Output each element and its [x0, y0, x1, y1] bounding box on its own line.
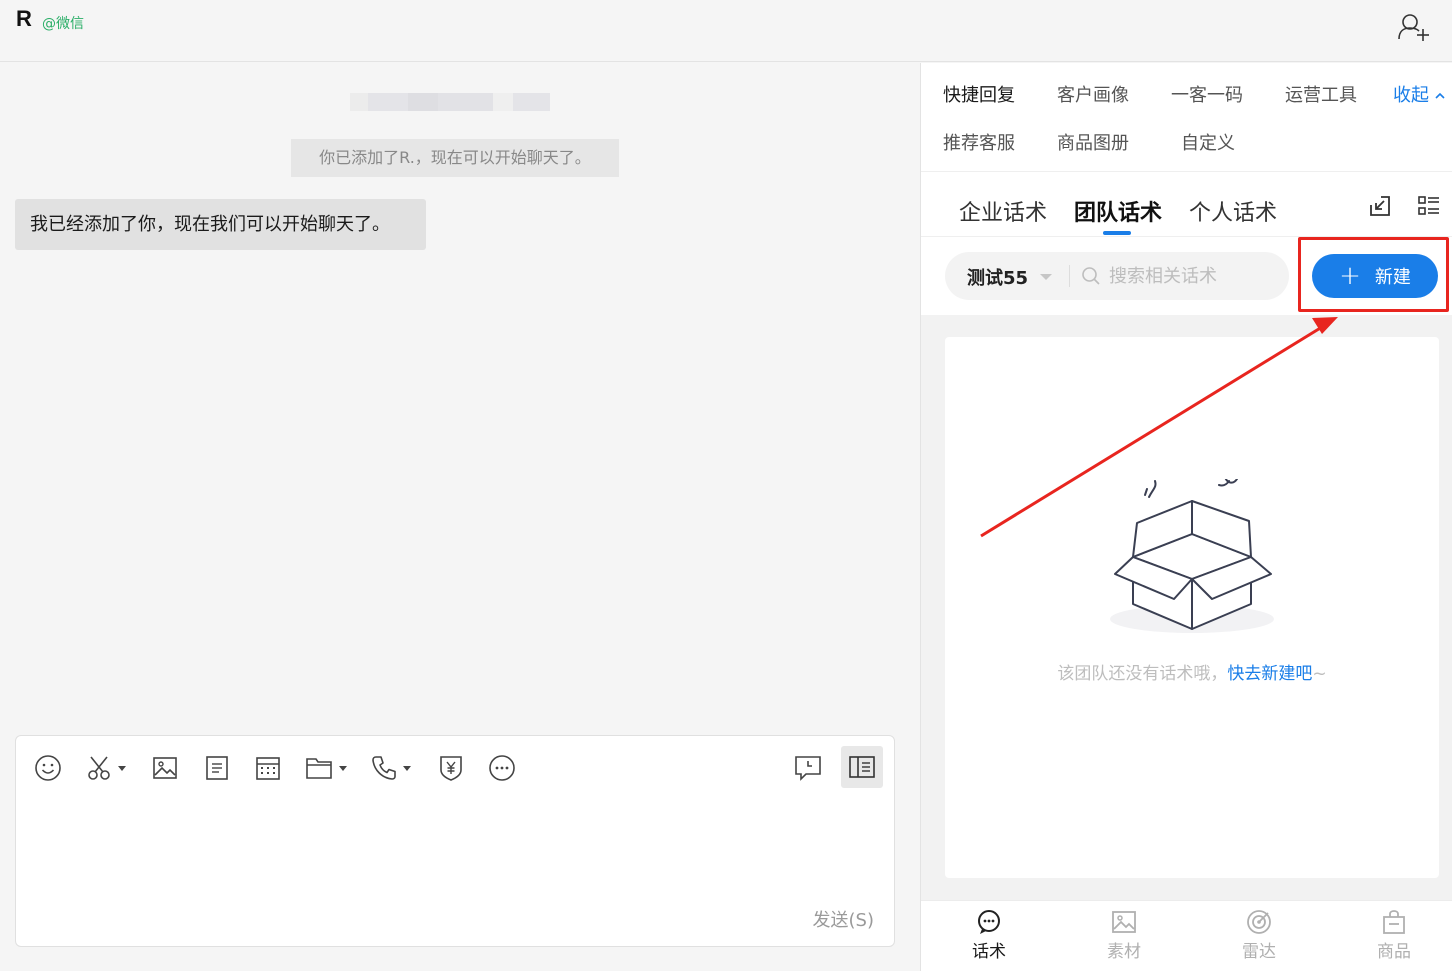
- bottom-nav-label: 雷达: [1242, 942, 1276, 962]
- annotation-highlight-box: [1298, 237, 1449, 312]
- system-message: 你已添加了R.，现在可以开始聊天了。: [291, 139, 619, 177]
- empty-state-suffix: ~: [1312, 664, 1327, 684]
- scissors-dropdown-icon[interactable]: [118, 765, 126, 771]
- blurred-timestamp: [350, 93, 550, 111]
- add-user-icon[interactable]: [1396, 12, 1430, 42]
- calendar-icon[interactable]: [255, 752, 281, 784]
- bottom-nav-radar[interactable]: 雷达: [1219, 909, 1299, 962]
- tab-enterprise-scripts[interactable]: 企业话术: [959, 195, 1047, 227]
- nav-custom[interactable]: 自定义: [1181, 129, 1235, 155]
- bottom-nav: 话术 素材 雷达 商品: [921, 900, 1452, 971]
- payment-shield-icon[interactable]: [438, 752, 464, 784]
- empty-box-illustration: [1107, 476, 1277, 643]
- chevron-up-icon: [1435, 92, 1445, 99]
- nav-product-album[interactable]: 商品图册: [1057, 129, 1129, 155]
- import-icon[interactable]: [1369, 195, 1391, 221]
- phone-dropdown-icon[interactable]: [403, 765, 411, 771]
- message-bubble: 我已经添加了你，现在我们可以开始聊天了。: [15, 199, 426, 250]
- nav-recommend-service[interactable]: 推荐客服: [943, 129, 1015, 155]
- image-icon[interactable]: [152, 752, 178, 784]
- empty-state-card: 该团队还没有话术哦，快去新建吧~: [945, 337, 1439, 878]
- radar-icon: [1247, 910, 1271, 934]
- list-view-icon[interactable]: [1418, 195, 1440, 221]
- more-icon[interactable]: [488, 752, 516, 784]
- emoji-icon[interactable]: [34, 752, 62, 784]
- active-tab-indicator: [1103, 231, 1131, 235]
- tab-personal-scripts[interactable]: 个人话术: [1189, 195, 1277, 227]
- nav-operation-tools[interactable]: 运营工具: [1285, 81, 1357, 107]
- schedule-message-icon[interactable]: [794, 752, 822, 784]
- dropdown-arrow-icon: [1040, 274, 1053, 280]
- nav-one-code[interactable]: 一客一码: [1171, 81, 1243, 107]
- bottom-nav-label: 商品: [1377, 942, 1411, 962]
- side-panel-icon[interactable]: [841, 746, 883, 788]
- phone-icon[interactable]: [371, 752, 411, 784]
- empty-state-message: 该团队还没有话术哦，快去新建吧~: [945, 659, 1439, 684]
- search-input[interactable]: [1109, 265, 1269, 287]
- nav-quick-reply[interactable]: 快捷回复: [943, 81, 1015, 107]
- team-select[interactable]: 测试55: [967, 264, 1053, 290]
- contact-name: R: [16, 6, 32, 31]
- search-box: [1081, 256, 1281, 296]
- message-input-box[interactable]: 发送(S): [15, 735, 895, 947]
- bottom-nav-products[interactable]: 商品: [1354, 909, 1434, 962]
- script-list-area: 该团队还没有话术哦，快去新建吧~: [921, 315, 1452, 900]
- chat-bubble-icon: [978, 910, 1000, 934]
- folder-dropdown-icon[interactable]: [339, 765, 347, 771]
- script-filter-bar: 测试55: [945, 252, 1289, 300]
- search-icon: [1082, 267, 1100, 285]
- tab-team-scripts[interactable]: 团队话术: [1074, 195, 1162, 227]
- bottom-nav-materials[interactable]: 素材: [1084, 909, 1164, 962]
- send-button[interactable]: 发送(S): [813, 906, 874, 932]
- create-script-link[interactable]: 快去新建吧: [1227, 664, 1312, 684]
- filter-divider: [1069, 265, 1070, 287]
- bottom-nav-label: 素材: [1107, 942, 1141, 962]
- panel-divider: [921, 171, 1452, 172]
- input-toolbar: [16, 736, 894, 800]
- empty-state-text: 该团队还没有话术哦，: [1057, 664, 1228, 684]
- collapse-button[interactable]: 收起: [1393, 81, 1445, 107]
- image-icon: [1112, 911, 1136, 933]
- team-select-value: 测试55: [967, 268, 1029, 289]
- chat-area: 你已添加了R.，现在可以开始聊天了。 我已经添加了你，现在我们可以开始聊天了。: [0, 63, 920, 971]
- contact-source: @微信: [42, 16, 84, 32]
- folder-icon[interactable]: [305, 752, 347, 784]
- chat-header: R @微信: [0, 0, 1452, 62]
- collapse-label: 收起: [1393, 85, 1429, 106]
- right-panel: 快捷回复 客户画像 一客一码 运营工具 收起 推荐客服 商品图册 自定义 企业话…: [920, 63, 1452, 971]
- bottom-nav-label: 话术: [972, 942, 1006, 962]
- bottom-nav-scripts[interactable]: 话术: [949, 909, 1029, 962]
- nav-customer-profile[interactable]: 客户画像: [1057, 81, 1129, 107]
- script-tabs: 企业话术 团队话术 个人话术: [921, 173, 1452, 237]
- shopping-bag-icon: [1383, 910, 1405, 934]
- document-icon[interactable]: [205, 752, 229, 784]
- scissors-icon[interactable]: [86, 752, 126, 784]
